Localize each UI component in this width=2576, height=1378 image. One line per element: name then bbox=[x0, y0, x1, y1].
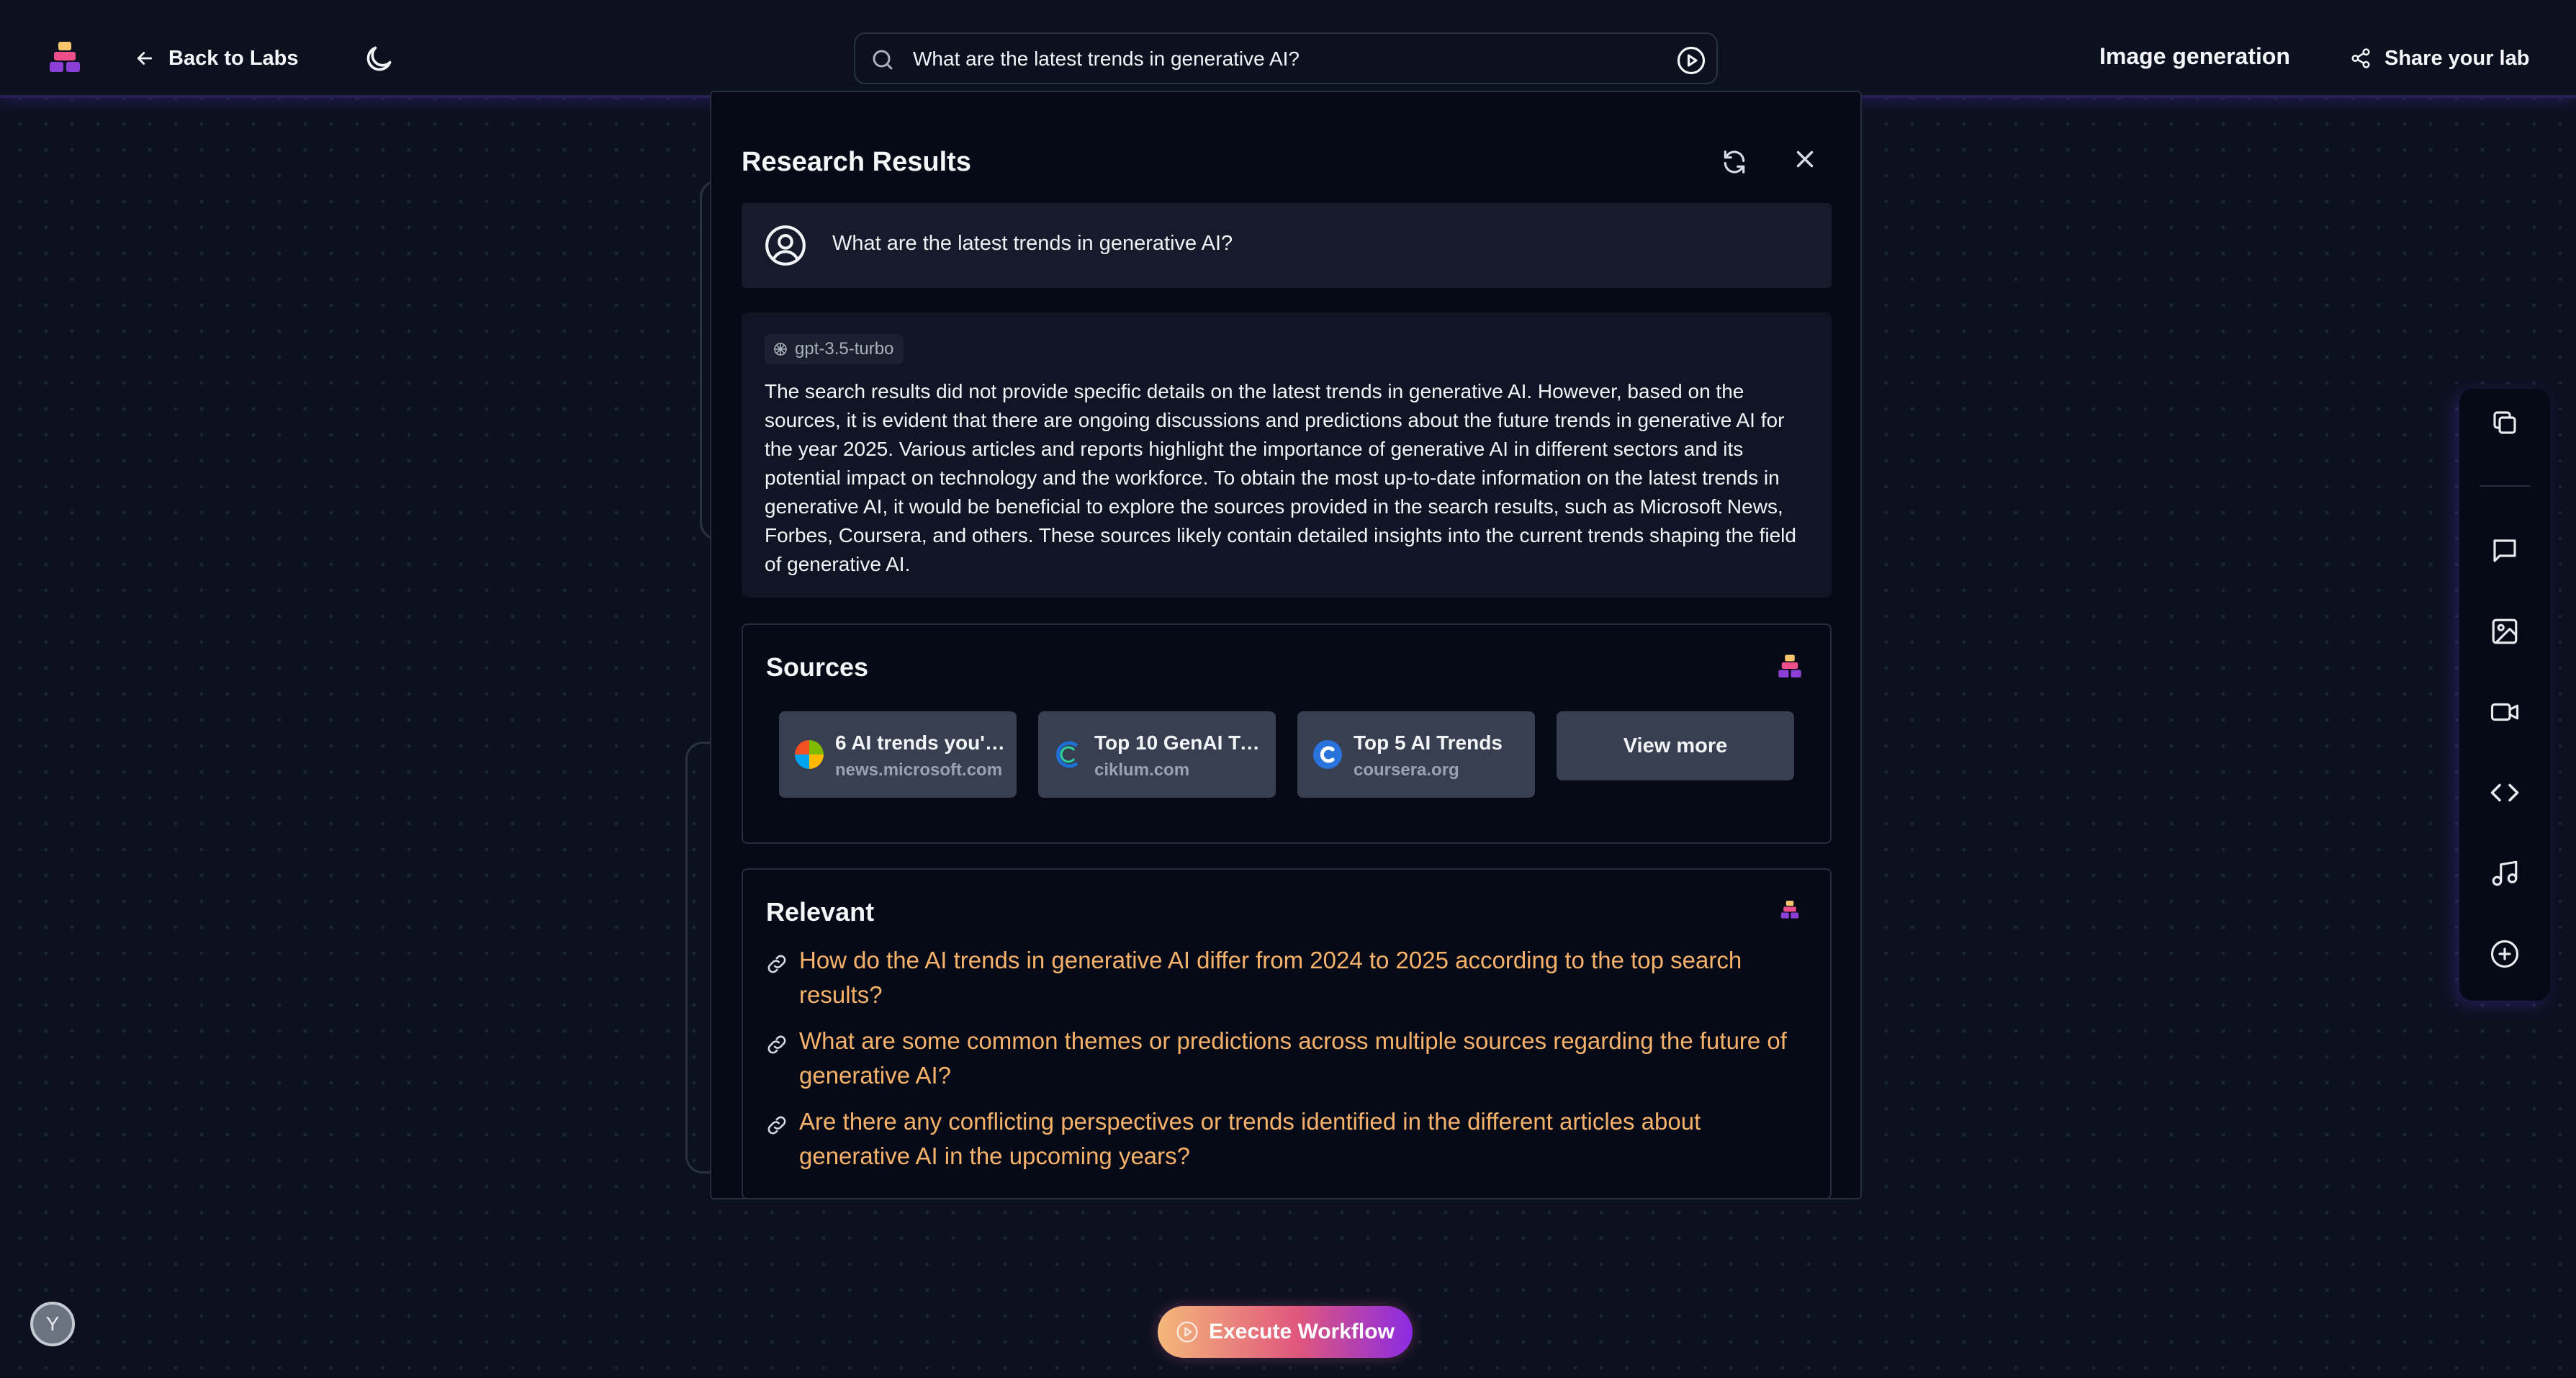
view-more-button[interactable]: View more bbox=[1557, 711, 1794, 780]
moon-icon[interactable] bbox=[363, 43, 395, 75]
relevant-heading: Relevant bbox=[766, 897, 875, 927]
share-icon bbox=[2351, 48, 2370, 68]
relevant-question-text: How do the AI trends in generative AI di… bbox=[799, 947, 1742, 1008]
avatar[interactable]: Y bbox=[30, 1302, 75, 1346]
source-title: 6 AI trends you'll see more of in 2025 bbox=[835, 731, 1006, 754]
search-icon bbox=[873, 50, 893, 70]
music-icon[interactable] bbox=[2490, 858, 2520, 888]
execute-workflow-button[interactable]: Execute Workflow bbox=[1158, 1306, 1413, 1358]
user-circle-icon bbox=[765, 225, 806, 266]
search-input[interactable] bbox=[913, 41, 1647, 77]
arrow-left-icon bbox=[137, 52, 153, 65]
copy-icon[interactable] bbox=[2490, 407, 2520, 438]
sources-card: Sources 6 AI trends you'll see more of i… bbox=[742, 623, 1832, 844]
model-badge: gpt-3.5-turbo bbox=[765, 334, 904, 364]
avatar-initial: Y bbox=[45, 1312, 60, 1335]
source-domain: news.microsoft.com bbox=[835, 760, 1003, 780]
app-logo-icon bbox=[1778, 654, 1801, 677]
top-bar: Back to Labs Image generation Share your… bbox=[0, 0, 2576, 98]
back-to-labs-button[interactable]: Back to Labs bbox=[134, 42, 299, 75]
model-name: gpt-3.5-turbo bbox=[795, 339, 894, 359]
app-logo-icon[interactable] bbox=[48, 40, 82, 75]
source-card[interactable]: 6 AI trends you'll see more of in 2025 n… bbox=[779, 711, 1017, 798]
tools-rail bbox=[2459, 389, 2550, 1001]
source-card[interactable]: Top 10 GenAI Trends ciklum.com bbox=[1038, 711, 1276, 798]
play-circle-icon bbox=[1176, 1321, 1198, 1343]
source-domain: ciklum.com bbox=[1094, 760, 1190, 780]
image-icon[interactable] bbox=[2490, 616, 2520, 647]
ciklum-icon bbox=[1055, 741, 1078, 768]
plus-circle-icon[interactable] bbox=[2490, 939, 2520, 969]
rail-divider bbox=[2480, 485, 2530, 487]
answer-card: gpt-3.5-turbo The search results did not… bbox=[742, 312, 1832, 598]
back-to-labs-label: Back to Labs bbox=[168, 46, 299, 70]
share-lab-button[interactable]: Share your lab bbox=[2350, 42, 2529, 75]
research-results-panel: Research Results What are the latest tre… bbox=[710, 91, 1862, 1199]
source-domain: coursera.org bbox=[1354, 760, 1459, 780]
execute-workflow-label: Execute Workflow bbox=[1209, 1320, 1395, 1343]
panel-title: Research Results bbox=[742, 147, 971, 177]
relevant-card: Relevant How do the AI trends in generat… bbox=[742, 868, 1832, 1199]
relevant-question-text: Are there any conflicting perspectives o… bbox=[799, 1108, 1701, 1169]
microsoft-icon bbox=[795, 740, 824, 769]
link-icon bbox=[767, 955, 786, 973]
source-title: Top 10 GenAI Trends bbox=[1094, 731, 1266, 754]
close-icon[interactable] bbox=[1791, 145, 1819, 173]
sources-heading: Sources bbox=[766, 652, 869, 682]
image-generation-link[interactable]: Image generation bbox=[2099, 43, 2290, 70]
coursera-icon bbox=[1313, 740, 1342, 769]
source-title: Top 5 AI Trends bbox=[1354, 731, 1503, 754]
answer-text: The search results did not provide speci… bbox=[765, 380, 1796, 575]
code-icon[interactable] bbox=[2490, 778, 2520, 808]
share-lab-label: Share your lab bbox=[2384, 46, 2530, 70]
refresh-icon[interactable] bbox=[1721, 148, 1748, 176]
question-text: What are the latest trends in generative… bbox=[832, 232, 1233, 255]
openai-icon bbox=[774, 343, 787, 356]
link-icon bbox=[767, 1035, 786, 1054]
app-logo-icon bbox=[1780, 901, 1799, 919]
relevant-question-text: What are some common themes or predictio… bbox=[799, 1027, 1787, 1089]
user-question-card: What are the latest trends in generative… bbox=[742, 203, 1832, 288]
play-circle-icon[interactable] bbox=[1676, 45, 1706, 76]
search-bar bbox=[854, 32, 1718, 84]
source-card[interactable]: Top 5 AI Trends coursera.org bbox=[1297, 711, 1535, 798]
chat-icon[interactable] bbox=[2490, 536, 2520, 566]
video-icon[interactable] bbox=[2490, 697, 2520, 727]
link-icon bbox=[767, 1116, 786, 1135]
